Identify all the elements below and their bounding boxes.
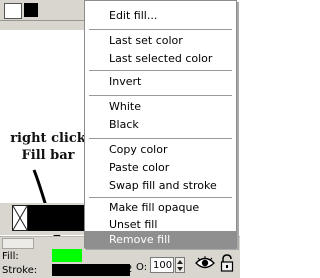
black-palette-swatch[interactable] bbox=[28, 205, 84, 231]
white-swatch-icon[interactable] bbox=[4, 3, 22, 19]
menu-item-copy-color[interactable]: Copy color bbox=[85, 141, 236, 159]
opacity-input[interactable]: 100 bbox=[150, 257, 174, 273]
instruction-line-2: Fill bar bbox=[21, 148, 75, 163]
opacity-spinner[interactable] bbox=[175, 257, 185, 273]
no-paint-swatch[interactable] bbox=[12, 205, 28, 231]
stroke-bar[interactable] bbox=[52, 264, 130, 276]
menu-item-last-selected-color[interactable]: Last selected color bbox=[85, 50, 236, 68]
toolbar-divider bbox=[0, 20, 84, 21]
menu-separator bbox=[89, 95, 232, 96]
stroke-label: Stroke: bbox=[2, 265, 38, 276]
menu-item-black[interactable]: Black bbox=[85, 116, 236, 134]
menu-separator bbox=[89, 70, 232, 71]
cross-icon bbox=[13, 206, 27, 230]
menu-item-remove-fill[interactable]: Remove fill bbox=[85, 231, 236, 249]
scrollbar-thumb[interactable] bbox=[2, 238, 34, 249]
eye-icon[interactable] bbox=[195, 256, 215, 270]
lock-icon[interactable] bbox=[220, 254, 234, 272]
instruction-text: right click Fill bar bbox=[8, 130, 88, 164]
top-toolbar bbox=[0, 0, 84, 30]
menu-item-swap-fill-stroke[interactable]: Swap fill and stroke bbox=[85, 177, 236, 195]
app-window: right click Fill bar Fill: Stroke: 2 O: … bbox=[0, 0, 240, 278]
spin-up-icon[interactable] bbox=[177, 260, 183, 264]
menu-item-white[interactable]: White bbox=[85, 98, 236, 116]
menu-item-make-fill-opaque[interactable]: Make fill opaque bbox=[85, 199, 236, 217]
fill-label: Fill: bbox=[2, 251, 19, 262]
menu-separator bbox=[89, 197, 232, 198]
fill-bar[interactable] bbox=[52, 249, 82, 262]
fill-context-menu: Edit fill... Last set color Last selecte… bbox=[84, 0, 237, 249]
stroke-width-value: 2 bbox=[126, 264, 133, 275]
opacity-label: O: bbox=[136, 262, 148, 273]
menu-item-paste-color[interactable]: Paste color bbox=[85, 159, 236, 177]
menu-item-edit-fill[interactable]: Edit fill... bbox=[85, 7, 236, 25]
instruction-line-1: right click bbox=[10, 131, 86, 146]
spin-down-icon[interactable] bbox=[177, 267, 183, 271]
menu-separator bbox=[89, 29, 232, 30]
menu-item-invert[interactable]: Invert bbox=[85, 73, 236, 91]
menu-item-last-set-color[interactable]: Last set color bbox=[85, 32, 236, 50]
black-swatch-icon[interactable] bbox=[24, 3, 38, 17]
menu-separator bbox=[89, 138, 232, 139]
